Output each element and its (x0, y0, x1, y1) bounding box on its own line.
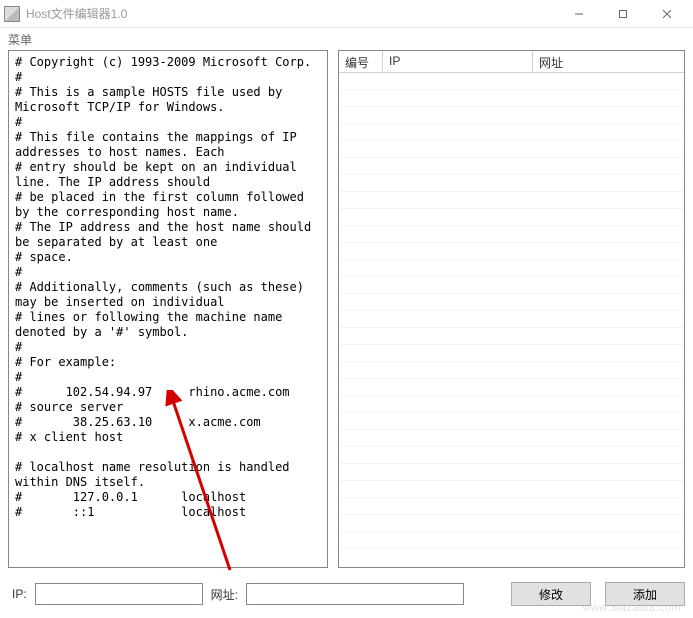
table-row[interactable] (339, 532, 684, 549)
entries-table: 编号 IP 网址 (338, 50, 685, 568)
close-button[interactable] (645, 0, 689, 28)
table-row[interactable] (339, 226, 684, 243)
app-icon (4, 6, 20, 22)
table-row[interactable] (339, 447, 684, 464)
window-title: Host文件编辑器1.0 (26, 5, 557, 22)
table-header: 编号 IP 网址 (339, 51, 684, 73)
menu-bar: 菜单 (0, 28, 693, 50)
table-row[interactable] (339, 396, 684, 413)
column-header-url[interactable]: 网址 (533, 51, 684, 72)
table-row[interactable] (339, 328, 684, 345)
table-row[interactable] (339, 379, 684, 396)
table-row[interactable] (339, 345, 684, 362)
table-row[interactable] (339, 515, 684, 532)
maximize-button[interactable] (601, 0, 645, 28)
table-row[interactable] (339, 124, 684, 141)
minimize-button[interactable] (557, 0, 601, 28)
menu-item-main[interactable]: 菜单 (8, 31, 32, 48)
table-row[interactable] (339, 481, 684, 498)
table-row[interactable] (339, 73, 684, 90)
url-input[interactable] (246, 583, 464, 605)
table-row[interactable] (339, 413, 684, 430)
watermark-text: www.xiazaiba.com (583, 602, 681, 614)
hosts-text-area[interactable]: # Copyright (c) 1993-2009 Microsoft Corp… (8, 50, 328, 568)
table-row[interactable] (339, 141, 684, 158)
column-header-ip[interactable]: IP (383, 51, 533, 72)
table-row[interactable] (339, 498, 684, 515)
table-row[interactable] (339, 294, 684, 311)
table-row[interactable] (339, 277, 684, 294)
modify-button[interactable]: 修改 (511, 582, 591, 606)
table-body[interactable] (339, 73, 684, 567)
table-row[interactable] (339, 430, 684, 447)
table-row[interactable] (339, 464, 684, 481)
url-label: 网址: (207, 586, 242, 603)
table-row[interactable] (339, 192, 684, 209)
table-row[interactable] (339, 260, 684, 277)
ip-input[interactable] (35, 583, 203, 605)
table-row[interactable] (339, 209, 684, 226)
table-row[interactable] (339, 362, 684, 379)
window-controls (557, 0, 689, 28)
table-row[interactable] (339, 90, 684, 107)
table-row[interactable] (339, 243, 684, 260)
table-row[interactable] (339, 175, 684, 192)
table-row[interactable] (339, 107, 684, 124)
table-row[interactable] (339, 158, 684, 175)
table-row[interactable] (339, 311, 684, 328)
ip-label: IP: (8, 587, 31, 601)
column-header-number[interactable]: 编号 (339, 51, 383, 72)
window-titlebar: Host文件编辑器1.0 (0, 0, 693, 28)
